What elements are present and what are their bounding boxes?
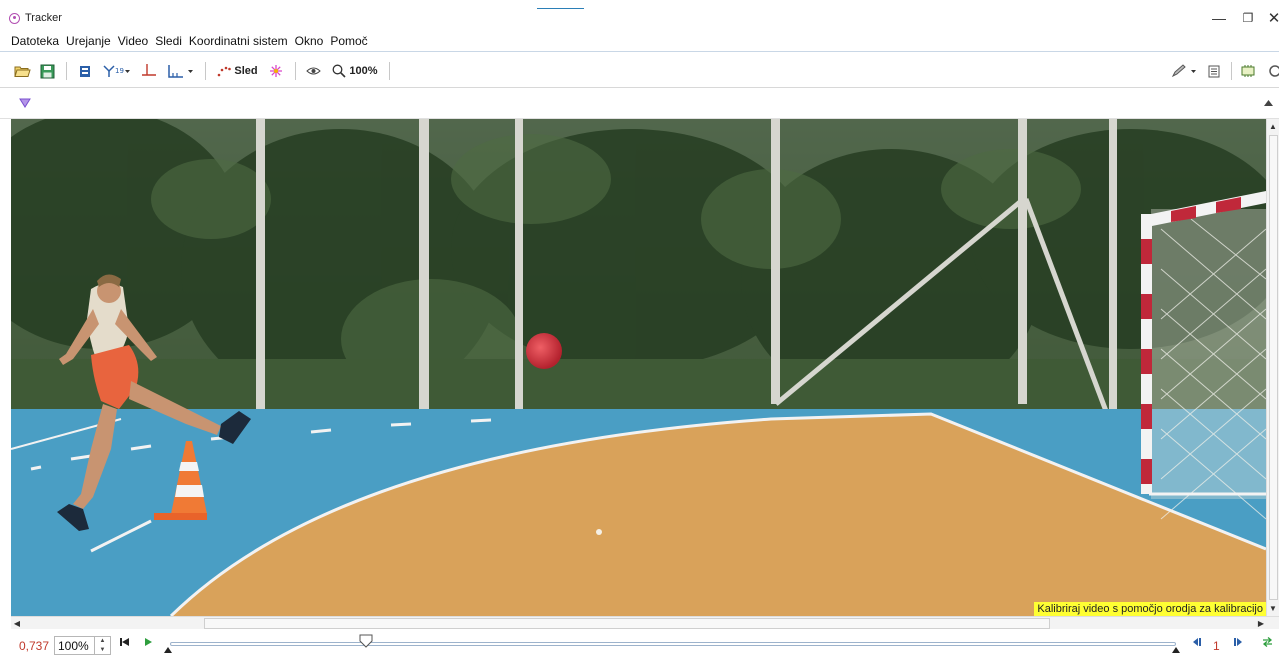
play-icon[interactable]: [144, 637, 153, 647]
autotracker-button[interactable]: [267, 62, 285, 80]
track-button-label: Sled: [234, 65, 258, 77]
focus-indicator: [537, 8, 584, 9]
coordinate-system-button[interactable]: [166, 62, 196, 80]
svg-text:19: 19: [115, 67, 124, 75]
drawing-button[interactable]: [1170, 62, 1200, 80]
toolbar-separator: [295, 62, 296, 80]
scroll-up-icon[interactable]: ▲: [1267, 120, 1279, 132]
open-button[interactable]: [13, 62, 31, 80]
refresh-button[interactable]: [1266, 62, 1279, 80]
visibility-button[interactable]: [304, 62, 322, 80]
save-button[interactable]: [38, 62, 56, 80]
calibration-hint[interactable]: Kalibriraj video s pomočjo orodja za kal…: [1034, 602, 1266, 616]
toolbar-separator: [1231, 62, 1232, 80]
horizontal-scrollbar[interactable]: ◀ ▶: [11, 616, 1279, 629]
rate-field[interactable]: 100%: [54, 636, 95, 655]
notes-button[interactable]: [1206, 62, 1222, 80]
zoom-level: 100%: [349, 65, 378, 77]
step-size[interactable]: 1: [1213, 639, 1220, 653]
zoom-icon: [332, 64, 346, 78]
horizontal-scroll-thumb[interactable]: [204, 618, 1050, 629]
clip-settings-icon: [80, 65, 90, 77]
loop-icon[interactable]: [1262, 637, 1273, 647]
playback-slider[interactable]: [170, 642, 1176, 646]
autotracker-icon: [270, 65, 282, 77]
track-button[interactable]: Sled: [215, 62, 260, 80]
menu-datoteka[interactable]: Datoteka: [11, 34, 59, 48]
track-control-bar: [0, 88, 1279, 119]
menu-bar: Datoteka Urejanje Video Sledi Koordinatn…: [0, 30, 1279, 52]
rate-spinner[interactable]: ▲ ▼: [95, 636, 111, 655]
tracker-logo-icon: [9, 13, 20, 24]
spinner-down-icon[interactable]: ▼: [100, 647, 106, 653]
track-control-icon[interactable]: [19, 98, 31, 108]
axes-icon: [142, 64, 156, 76]
video-frame: [11, 119, 1266, 616]
vertical-scroll-thumb[interactable]: [1269, 135, 1278, 600]
open-folder-icon: [13, 66, 31, 77]
vertical-scrollbar[interactable]: ▲ ▼: [1266, 119, 1279, 616]
coordinate-system-icon: [168, 64, 193, 78]
scroll-down-icon[interactable]: ▼: [1267, 602, 1279, 614]
toolbar-separator: [205, 62, 206, 80]
calibration-tools-icon: 19: [103, 65, 130, 77]
menu-okno[interactable]: Okno: [295, 34, 324, 48]
video-viewport[interactable]: Kalibriraj video s pomočjo orodja za kal…: [11, 119, 1266, 616]
main-toolbar: 19 Sled 100%: [0, 53, 1279, 88]
end-marker-icon[interactable]: [1172, 647, 1180, 653]
clip-settings-button[interactable]: [76, 62, 94, 80]
notes-icon: [1208, 65, 1220, 77]
start-marker-icon[interactable]: [164, 647, 172, 653]
spinner-up-icon[interactable]: ▲: [100, 638, 106, 644]
minimize-button[interactable]: —: [1204, 8, 1234, 28]
toolbar-separator: [389, 62, 390, 80]
track-icon: [218, 66, 232, 77]
prev-step-icon[interactable]: [1192, 637, 1201, 647]
close-button[interactable]: ✕: [1259, 8, 1279, 28]
scroll-left-icon[interactable]: ◀: [11, 617, 23, 629]
axes-button[interactable]: [140, 62, 158, 80]
zoom-button[interactable]: 100%: [329, 62, 381, 80]
player-bar: 0,737 100% ▲ ▼ 1: [0, 629, 1279, 659]
title-bar: Tracker — ❐ ✕: [0, 0, 1279, 30]
menu-urejanje[interactable]: Urejanje: [66, 34, 111, 48]
next-step-icon[interactable]: [1234, 637, 1243, 647]
time-readout[interactable]: 0,737: [19, 639, 49, 653]
slider-knob[interactable]: [359, 634, 373, 648]
step-back-icon[interactable]: [120, 637, 129, 647]
save-icon: [40, 64, 54, 78]
pencil-icon: [1171, 64, 1196, 78]
menu-video[interactable]: Video: [118, 34, 148, 48]
menu-sledi[interactable]: Sledi: [155, 34, 182, 48]
window-title: Tracker: [25, 12, 62, 24]
memory-button[interactable]: [1240, 62, 1256, 80]
collapse-icon[interactable]: [1264, 100, 1273, 106]
menu-pomoc[interactable]: Pomoč: [330, 34, 367, 48]
scroll-right-icon[interactable]: ▶: [1255, 617, 1267, 629]
visibility-icon: [305, 67, 321, 75]
toolbar-separator: [66, 62, 67, 80]
refresh-icon: [1269, 65, 1279, 77]
menu-koordinatni-sistem[interactable]: Koordinatni sistem: [189, 34, 288, 48]
memory-icon: [1241, 65, 1255, 77]
calibration-tools-button[interactable]: 19: [100, 62, 132, 80]
